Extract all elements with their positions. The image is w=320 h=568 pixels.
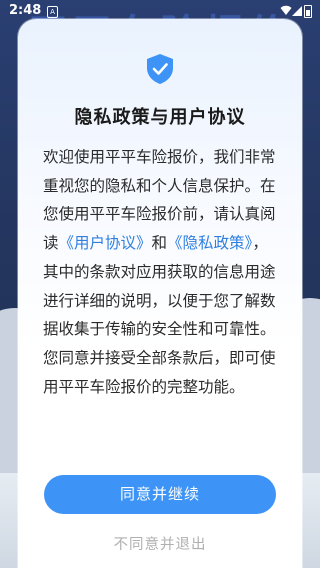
dialog-title: 隐私政策与用户协议: [74, 107, 246, 128]
notification-a-icon: A: [47, 6, 58, 18]
privacy-policy-link[interactable]: 《隐私政策》: [167, 234, 252, 252]
shield-check-icon: [147, 54, 173, 84]
user-agreement-link[interactable]: 《用户协议》: [59, 234, 152, 252]
disagree-exit-button[interactable]: 不同意并退出: [18, 533, 302, 554]
battery-icon: [304, 5, 312, 18]
status-time: 2:48: [9, 3, 42, 18]
dialog-body-text: 欢迎使用平平车险报价，我们非常重视您的隐私和个人信息保护。在您使用平平车险报价前…: [43, 143, 279, 401]
body-text-and: 和: [151, 234, 168, 253]
agree-continue-button[interactable]: 同意并继续: [44, 475, 276, 514]
signal-icon: [292, 6, 302, 16]
body-text-details: ，其中的条款对应用获取的信息用途进行详细的说明，以便于您了解数据收集于传输的安全…: [43, 234, 276, 396]
privacy-dialog: 隐私政策与用户协议 欢迎使用平平车险报价，我们非常重视您的隐私和个人信息保护。在…: [18, 19, 302, 568]
status-bar: 2:48 A: [0, 0, 320, 24]
wifi-icon: [280, 5, 292, 15]
